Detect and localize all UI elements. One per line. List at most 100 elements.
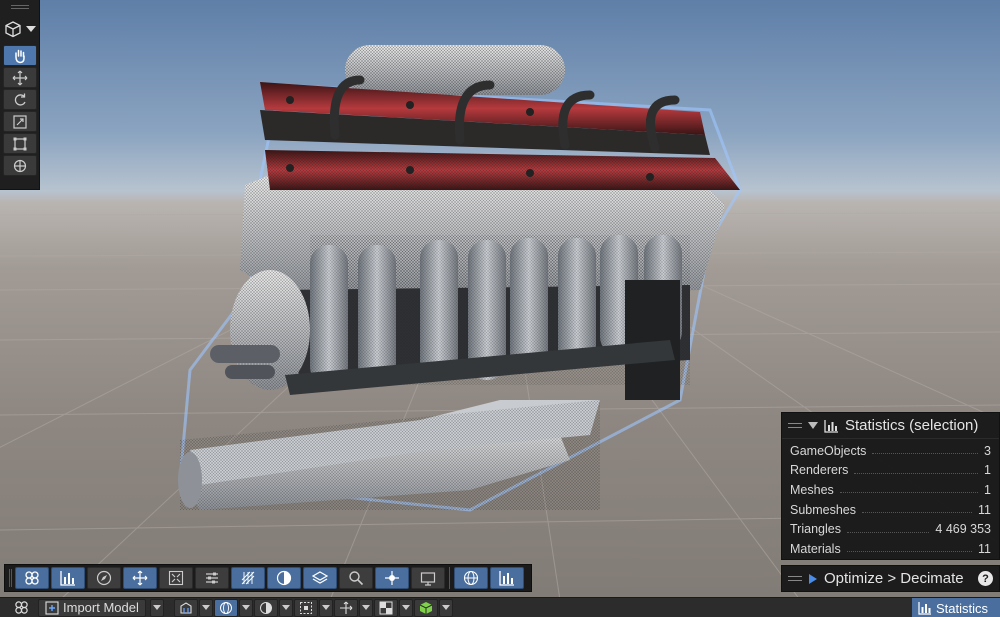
pivot-dropdown[interactable] bbox=[198, 598, 213, 617]
layers-icon bbox=[312, 571, 328, 584]
sliders-tool-button[interactable] bbox=[195, 567, 229, 589]
gizmo-move-dropdown[interactable] bbox=[358, 598, 373, 617]
stat-value: 11 bbox=[978, 502, 991, 517]
rotate-icon bbox=[14, 93, 26, 106]
search-button[interactable] bbox=[339, 567, 373, 589]
chevron-down-icon bbox=[361, 605, 370, 610]
lighting-dropdown[interactable] bbox=[278, 598, 293, 617]
stat-value: 11 bbox=[978, 541, 991, 556]
collapse-arrow-icon[interactable] bbox=[808, 422, 818, 429]
chevron-down-icon bbox=[281, 605, 290, 610]
shrink-icon bbox=[168, 570, 184, 586]
checker-icon bbox=[379, 601, 393, 614]
mesh-menu-button[interactable] bbox=[8, 599, 34, 617]
sliders-icon bbox=[206, 572, 218, 584]
half-sphere-icon bbox=[259, 601, 272, 614]
stat-row-meshes: Meshes 1 bbox=[782, 480, 999, 500]
optimize-label: Optimize > Decimate bbox=[824, 570, 964, 587]
status-bar: Import Model Statistics bbox=[0, 597, 1000, 617]
pivot-button[interactable] bbox=[173, 598, 198, 617]
stats-tool-button[interactable] bbox=[51, 567, 85, 589]
statistics-toggle-button[interactable] bbox=[490, 567, 524, 589]
statistics-icon bbox=[499, 571, 514, 586]
chevron-down-icon bbox=[26, 26, 36, 32]
snap-button[interactable] bbox=[293, 598, 318, 617]
camera-button[interactable] bbox=[411, 567, 445, 589]
wireframe-button[interactable] bbox=[454, 567, 488, 589]
toolbar-grip[interactable] bbox=[0, 0, 39, 14]
model-cube-button[interactable] bbox=[413, 598, 438, 617]
camera-icon bbox=[420, 572, 436, 586]
chevron-down-icon bbox=[241, 605, 250, 610]
rotate-tool-button[interactable] bbox=[3, 89, 37, 110]
shading-mode-dropdown[interactable] bbox=[238, 598, 253, 617]
import-icon bbox=[45, 600, 59, 615]
toolbar-grip[interactable] bbox=[9, 569, 13, 587]
transform-tool-button[interactable] bbox=[3, 155, 37, 176]
snap-dropdown[interactable] bbox=[318, 598, 333, 617]
rect-tool-button[interactable] bbox=[3, 133, 37, 154]
import-model-button[interactable]: Import Model bbox=[38, 598, 146, 617]
hand-tool-button[interactable] bbox=[3, 45, 37, 66]
stat-label: Renderers bbox=[790, 463, 849, 478]
stat-value: 4 469 353 bbox=[935, 522, 991, 537]
move-icon bbox=[12, 70, 28, 85]
scale-tool-button[interactable] bbox=[3, 111, 37, 132]
move-tool-button[interactable] bbox=[3, 67, 37, 88]
rect-icon bbox=[13, 137, 27, 150]
shading-mode-button[interactable] bbox=[213, 598, 238, 617]
half-sphere-icon bbox=[276, 570, 292, 586]
snap-icon bbox=[299, 601, 312, 614]
stat-label: Materials bbox=[790, 541, 841, 556]
wireframe-sphere-icon bbox=[219, 601, 232, 614]
statistics-overlay: Statistics (selection) GameObjects 3 Ren… bbox=[781, 412, 1000, 560]
chevron-down-icon bbox=[441, 605, 450, 610]
stat-label: Meshes bbox=[790, 482, 834, 497]
view-options-dropdown[interactable] bbox=[0, 14, 39, 44]
compass-tool-button[interactable] bbox=[87, 567, 121, 589]
stat-label: GameObjects bbox=[790, 443, 867, 458]
help-icon[interactable]: ? bbox=[978, 571, 993, 586]
layers-button[interactable] bbox=[303, 567, 337, 589]
chevron-down-icon bbox=[201, 605, 210, 610]
model-cube-dropdown[interactable] bbox=[438, 598, 453, 617]
stat-value: 3 bbox=[984, 443, 991, 458]
hand-icon bbox=[15, 49, 25, 63]
bar-chart-icon bbox=[918, 602, 931, 615]
move-arrows-button[interactable] bbox=[123, 567, 157, 589]
shrink-tool-button[interactable] bbox=[159, 567, 193, 589]
view-cube-icon bbox=[5, 21, 21, 38]
stat-row-triangles: Triangles 4 469 353 bbox=[782, 519, 999, 539]
lighting-button[interactable] bbox=[253, 598, 278, 617]
grid-dropdown[interactable] bbox=[398, 598, 413, 617]
shading-button[interactable] bbox=[267, 567, 301, 589]
mesh-icon bbox=[25, 571, 39, 585]
grid-scatter-icon bbox=[241, 571, 255, 585]
import-model-label: Import Model bbox=[63, 600, 139, 615]
chevron-down-icon bbox=[401, 605, 410, 610]
green-cube-icon bbox=[419, 601, 433, 614]
bar-chart-icon bbox=[60, 571, 75, 586]
mesh-tool-button[interactable] bbox=[15, 567, 49, 589]
engine-model[interactable] bbox=[170, 40, 750, 520]
statistics-title: Statistics (selection) bbox=[845, 417, 979, 434]
drag-handle-icon[interactable] bbox=[788, 576, 802, 581]
drag-handle-icon[interactable] bbox=[788, 423, 802, 428]
import-options-dropdown[interactable] bbox=[149, 598, 164, 617]
stat-row-renderers: Renderers 1 bbox=[782, 461, 999, 481]
stat-row-submeshes: Submeshes 11 bbox=[782, 500, 999, 520]
view-tools-group bbox=[173, 598, 453, 617]
stat-value: 1 bbox=[984, 463, 991, 478]
scale-icon bbox=[13, 114, 27, 129]
optimize-panel[interactable]: Optimize > Decimate ? bbox=[781, 565, 1000, 592]
grid-scatter-button[interactable] bbox=[231, 567, 265, 589]
stat-label: Triangles bbox=[790, 522, 841, 537]
statistics-header[interactable]: Statistics (selection) bbox=[782, 413, 999, 439]
expand-arrow-icon[interactable] bbox=[809, 573, 817, 584]
chevron-down-icon bbox=[321, 605, 330, 610]
gizmo-move-button[interactable] bbox=[333, 598, 358, 617]
grid-button[interactable] bbox=[373, 598, 398, 617]
bar-chart-icon bbox=[824, 419, 838, 433]
statistics-tab[interactable]: Statistics bbox=[912, 598, 1000, 617]
fit-button[interactable] bbox=[375, 567, 409, 589]
